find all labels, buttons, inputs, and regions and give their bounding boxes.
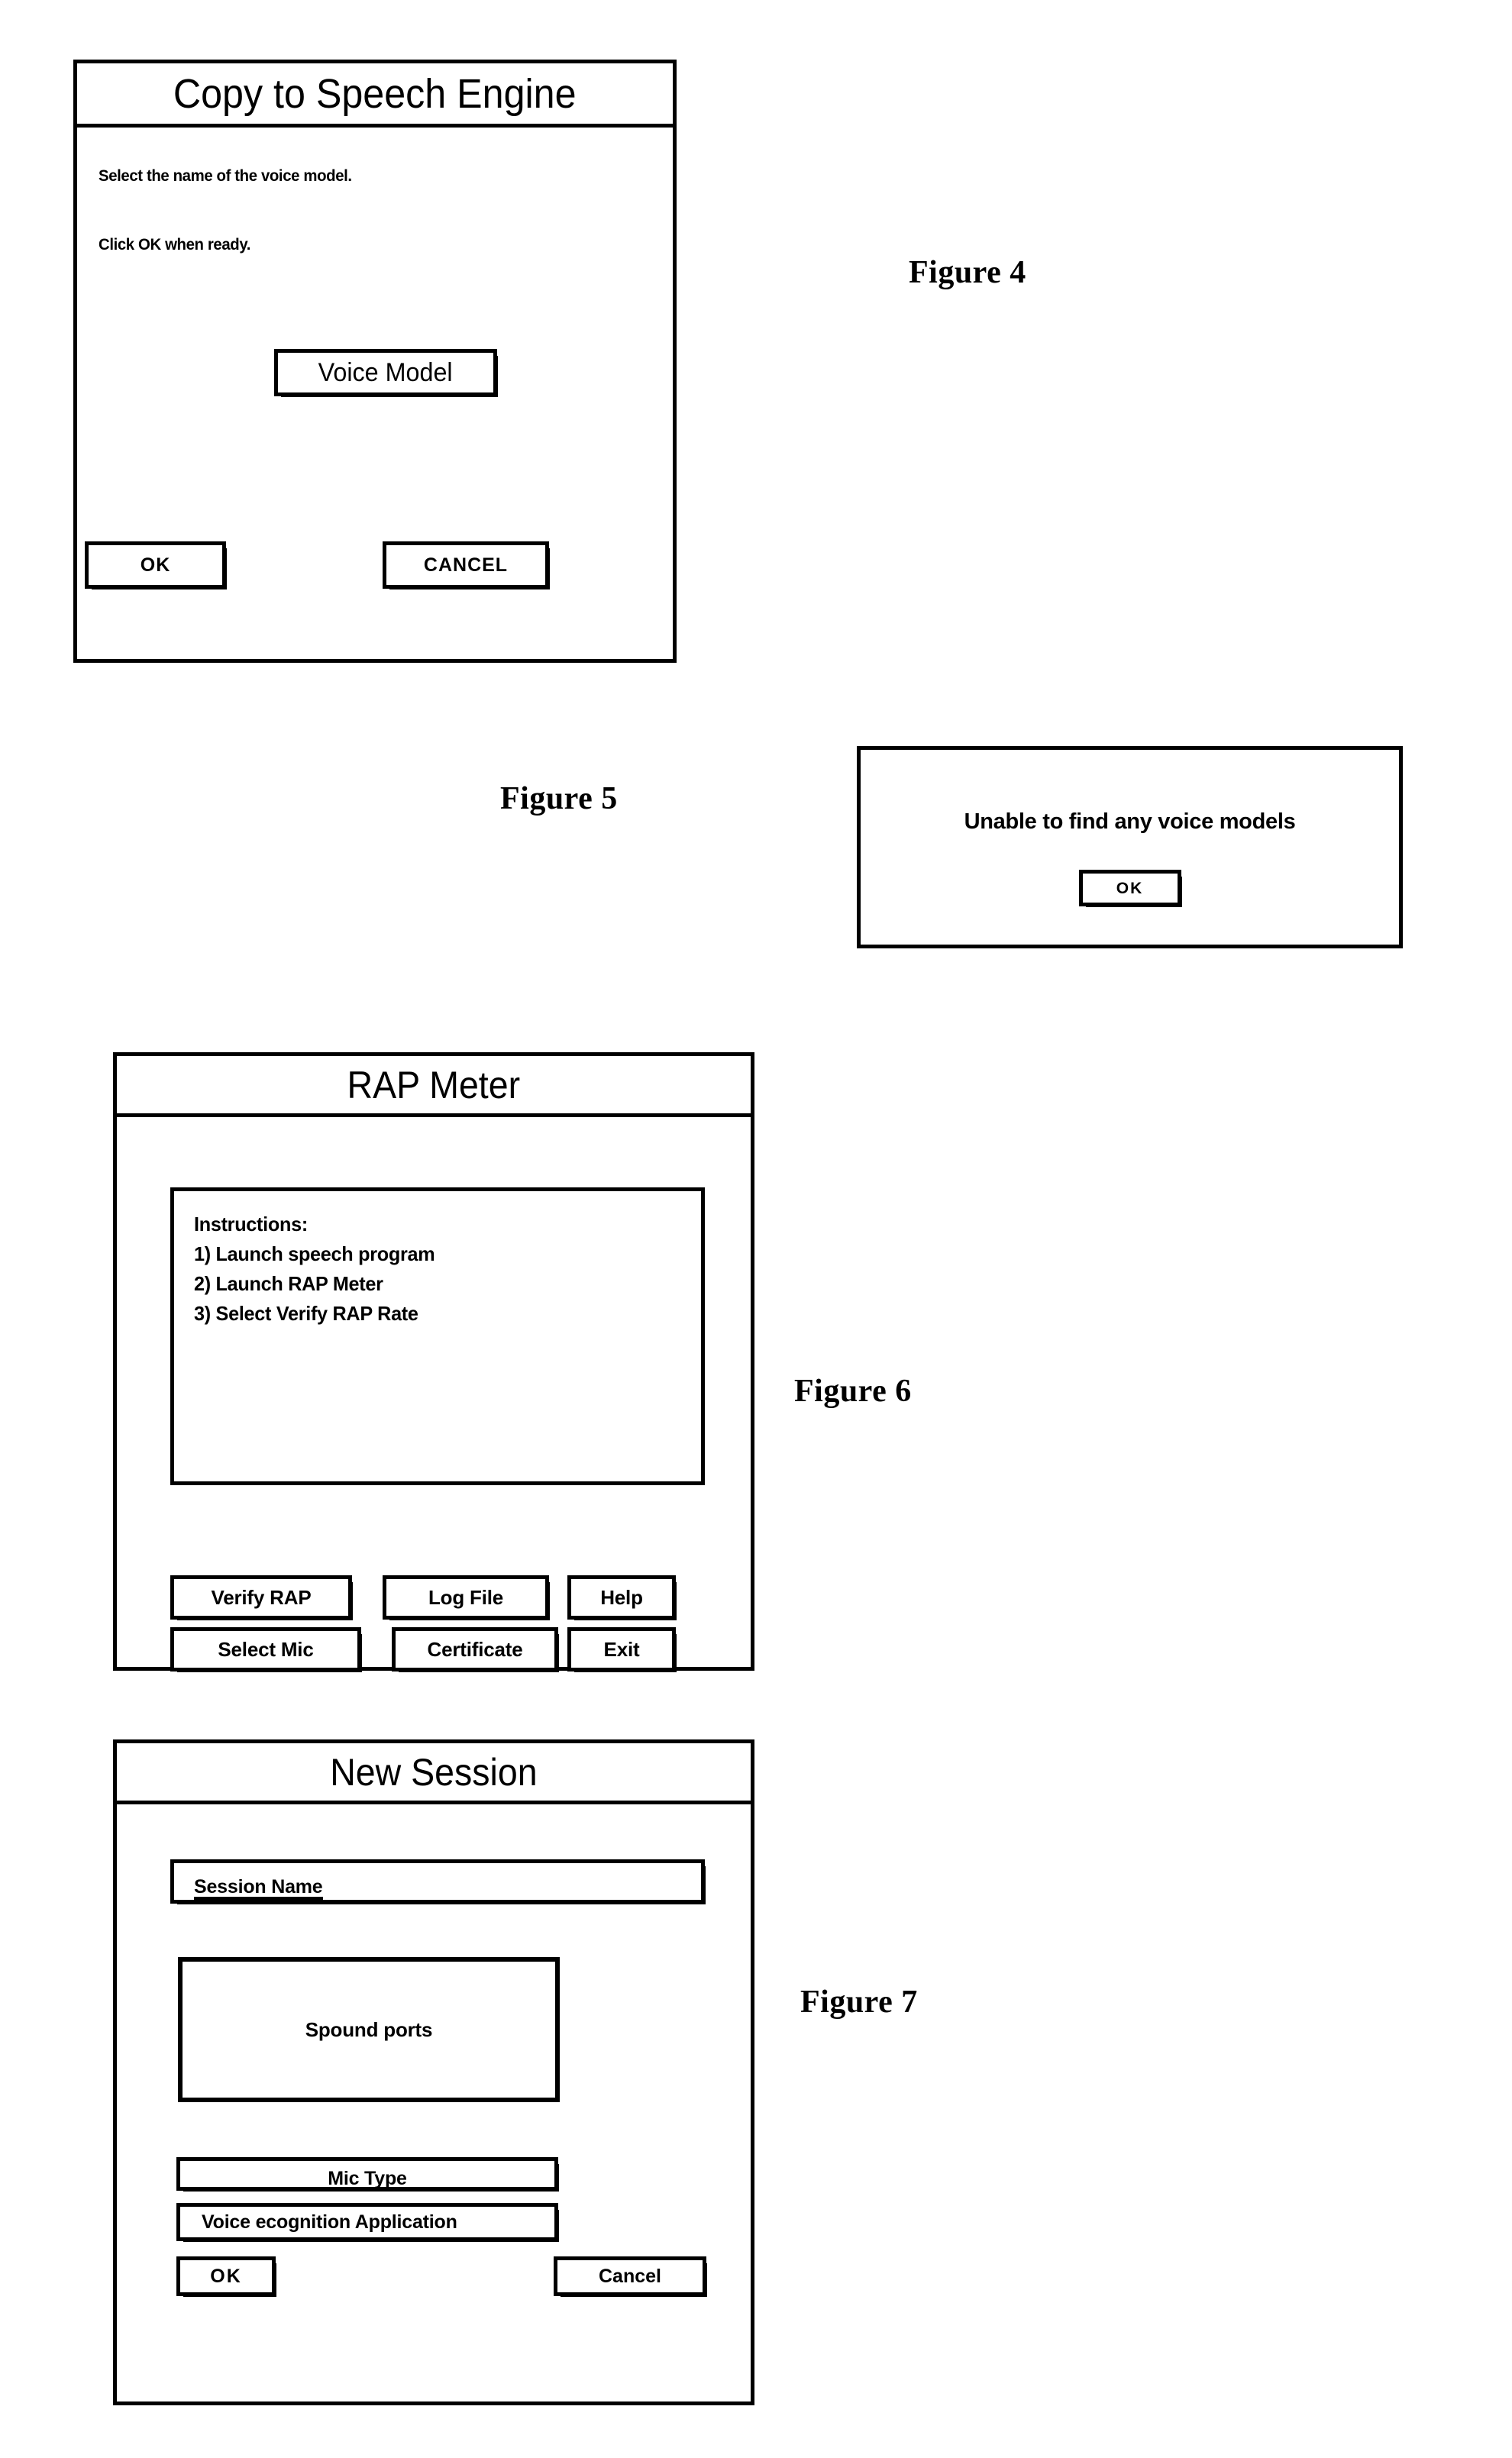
instructions-panel: Instructions: 1) Launch speech program 2… — [170, 1187, 705, 1485]
voice-recognition-application-label: Voice ecognition Application — [202, 2211, 457, 2233]
voice-recognition-application-dropdown[interactable]: Voice ecognition Application — [176, 2203, 559, 2242]
new-session-titlebar: New Session — [117, 1743, 751, 1804]
messagebox-text: Unable to find any voice models — [964, 809, 1296, 834]
no-voice-models-messagebox: Unable to find any voice models OK — [857, 746, 1403, 948]
instruction-line-1: Select the name of the voice model. — [99, 167, 352, 185]
figure-5-caption: Figure 5 — [500, 781, 618, 816]
figure-4-caption: Figure 4 — [909, 255, 1026, 290]
instructions-step-2: 2) Launch RAP Meter — [194, 1272, 383, 1295]
messagebox-ok-button-label: OK — [1116, 879, 1144, 897]
certificate-button-label: Certificate — [427, 1638, 523, 1661]
log-file-button[interactable]: Log File — [383, 1575, 550, 1620]
exit-button[interactable]: Exit — [567, 1627, 677, 1672]
select-mic-button[interactable]: Select Mic — [170, 1627, 362, 1672]
new-session-cancel-button-label: Cancel — [599, 2265, 661, 2287]
voice-model-combobox-label: Voice Model — [318, 358, 453, 387]
select-mic-button-label: Select Mic — [218, 1638, 314, 1661]
exit-button-label: Exit — [603, 1638, 640, 1661]
dialog-title: Copy to Speech Engine — [173, 70, 577, 117]
new-session-ok-button[interactable]: OK — [176, 2256, 276, 2297]
voice-model-combobox[interactable]: Voice Model — [274, 349, 498, 397]
mic-type-dropdown[interactable]: Mic Type — [176, 2157, 559, 2192]
new-session-cancel-button[interactable]: Cancel — [554, 2256, 707, 2297]
help-button[interactable]: Help — [567, 1575, 677, 1620]
new-session-ok-button-label: OK — [210, 2265, 242, 2287]
copy-to-speech-engine-dialog: Copy to Speech Engine Select the name of… — [73, 60, 677, 663]
new-session-title: New Session — [330, 1750, 538, 1794]
figure-7-caption: Figure 7 — [800, 1985, 918, 2020]
verify-rap-button-label: Verify RAP — [211, 1586, 312, 1609]
sound-ports-listbox-label: Spound ports — [305, 2018, 433, 2041]
ok-button-label: OK — [140, 554, 171, 576]
sound-ports-listbox[interactable]: Spound ports — [178, 1957, 560, 2102]
verify-rap-button[interactable]: Verify RAP — [170, 1575, 353, 1620]
instructions-step-1: 1) Launch speech program — [194, 1242, 435, 1265]
help-button-label: Help — [600, 1586, 643, 1609]
mic-type-dropdown-label: Mic Type — [328, 2169, 407, 2192]
certificate-button[interactable]: Certificate — [392, 1627, 559, 1672]
instructions-heading: Instructions: — [194, 1213, 308, 1235]
session-name-input-label: Session Name — [194, 1877, 323, 1900]
new-session-window: New Session Session Name Spound ports Mi… — [113, 1739, 754, 2405]
cancel-button-label: CANCEL — [423, 554, 509, 576]
messagebox-ok-button[interactable]: OK — [1078, 870, 1182, 907]
ok-button[interactable]: OK — [85, 541, 227, 589]
cancel-button[interactable]: CANCEL — [383, 541, 550, 589]
rap-meter-title: RAP Meter — [347, 1063, 521, 1106]
patent-figure-sheet: Copy to Speech Engine Select the name of… — [0, 0, 1512, 2458]
rap-meter-titlebar: RAP Meter — [117, 1056, 751, 1117]
rap-meter-window: RAP Meter Instructions: 1) Launch speech… — [113, 1052, 754, 1672]
log-file-button-label: Log File — [428, 1586, 504, 1609]
dialog-titlebar: Copy to Speech Engine — [77, 63, 673, 128]
instruction-line-2: Click OK when ready. — [99, 236, 251, 254]
instructions-step-3: 3) Select Verify RAP Rate — [194, 1302, 418, 1325]
figure-6-caption: Figure 6 — [794, 1374, 912, 1409]
session-name-input[interactable]: Session Name — [170, 1859, 706, 1904]
